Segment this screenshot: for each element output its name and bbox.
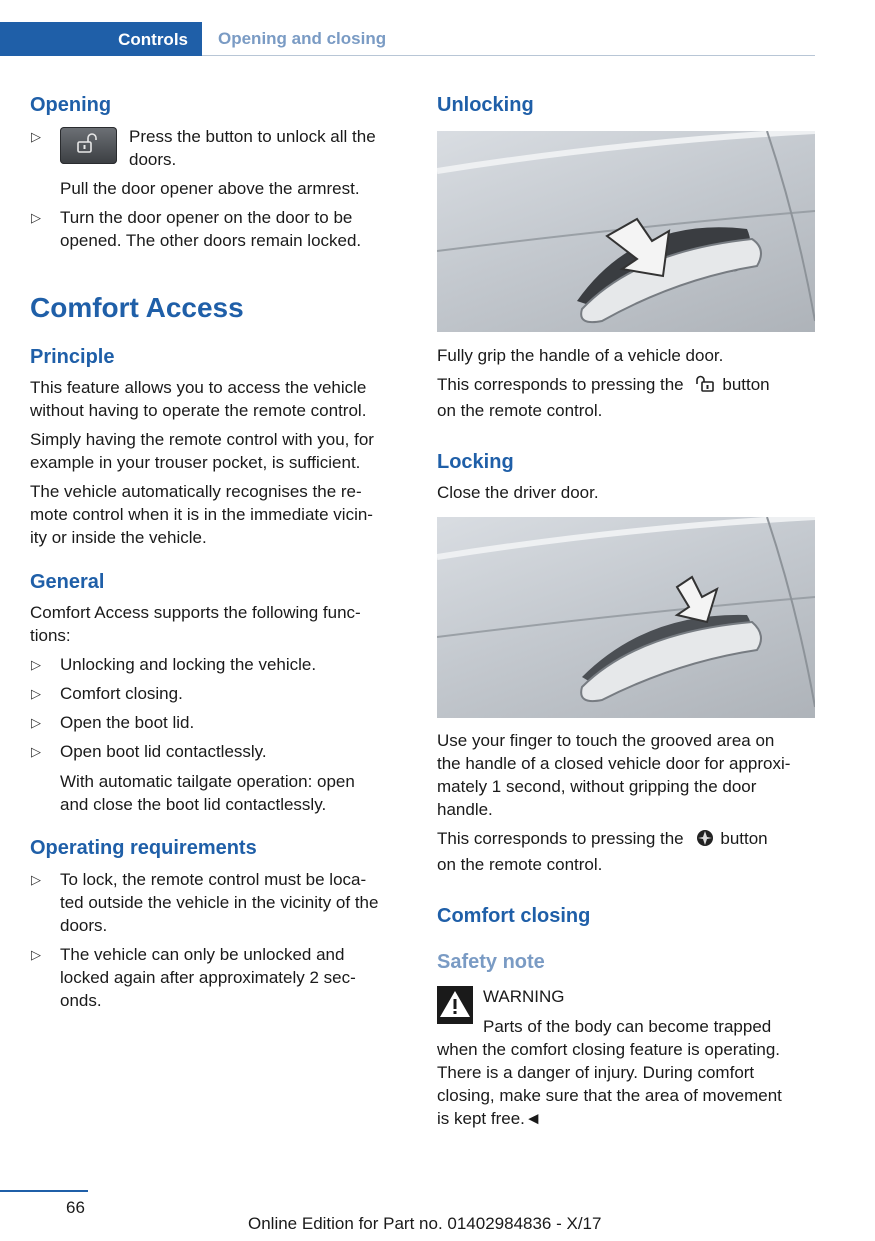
header-rule [202, 55, 815, 56]
principle-para-2: Simply having the remote control with yo… [30, 430, 374, 472]
footer-rule [0, 1190, 88, 1192]
page-number: 66 [66, 1198, 85, 1217]
principle-para-3: The vehicle automatically recognises the… [30, 482, 373, 547]
door-handle-grip-photo [437, 131, 815, 332]
edition-note: Online Edition for Part no. 01402984836 … [248, 1214, 602, 1233]
lock-icon [696, 829, 714, 853]
unlock-icon [694, 375, 718, 399]
warning-text-1: Parts of the body can become trapped [483, 1017, 772, 1036]
unlocking-text-2: This corresponds to pressing the button … [437, 375, 770, 420]
opening-bullet2-text: Turn the door opener on the door to be o… [60, 208, 362, 250]
heading-general: General [30, 571, 105, 593]
heading-comfort-closing: Comfort closing [437, 905, 591, 927]
bullet-triangle-icon: ▷ [31, 657, 41, 672]
bullet-triangle-icon: ▷ [31, 947, 41, 962]
header-chapter: Controls [118, 30, 188, 49]
warning-triangle-icon [437, 986, 473, 1024]
list-item-sub: With automatic tailgate operation: open a… [60, 772, 355, 814]
unlocking-text-1: Fully grip the handle of a vehicle door. [437, 346, 724, 365]
list-item: Open boot lid contactlessly. [60, 742, 267, 761]
bullet-triangle-icon: ▷ [31, 210, 41, 225]
heading-opening: Opening [30, 94, 112, 116]
bullet-triangle-icon: ▷ [31, 129, 41, 144]
heading-comfort-access: Comfort Access [30, 292, 244, 323]
heading-principle: Principle [30, 346, 115, 368]
list-item: Comfort closing. [60, 684, 183, 703]
bullet-triangle-icon: ▷ [31, 872, 41, 887]
opening-bullet1-sub: Pull the door opener above the armrest. [60, 179, 360, 198]
list-item: To lock, the remote control must be loca… [60, 870, 379, 935]
bullet-triangle-icon: ▷ [31, 744, 41, 759]
warning-text-2: when the comfort closing feature is oper… [437, 1040, 782, 1128]
door-handle-touch-photo [437, 517, 815, 718]
locking-text-1: Close the driver door. [437, 483, 599, 502]
locking-text-2: Use your finger to touch the grooved are… [437, 731, 791, 819]
heading-unlocking: Unlocking [437, 94, 534, 116]
warning-label: WARNING [483, 987, 565, 1006]
header-section[interactable]: Opening and closing [218, 29, 386, 49]
locking-text-3: This corresponds to pressing the button … [437, 829, 768, 874]
list-item: Unlocking and locking the vehicle. [60, 655, 317, 674]
general-intro: Comfort Access supports the following fu… [30, 603, 361, 645]
heading-operating-requirements: Operating requirements [30, 837, 257, 859]
opening-bullet1-text: Press the button to unlock all the doors… [129, 127, 376, 169]
list-item: Open the boot lid. [60, 713, 195, 732]
unlock-button-icon [60, 127, 117, 164]
bullet-triangle-icon: ▷ [31, 715, 41, 730]
principle-para-1: This feature allows you to access the ve… [30, 378, 367, 420]
heading-locking: Locking [437, 451, 514, 473]
heading-safety-note: Safety note [437, 951, 545, 973]
header-chapter-tab[interactable]: Controls [0, 22, 202, 56]
list-item: The vehicle can only be unlocked and lock… [60, 945, 356, 1010]
bullet-triangle-icon: ▷ [31, 686, 41, 701]
